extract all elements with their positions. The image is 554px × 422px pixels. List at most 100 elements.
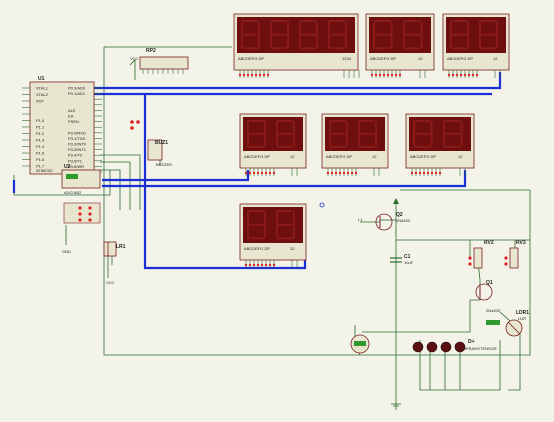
potentiometer-rv2[interactable]: RV2 (468, 240, 494, 269)
mcu-pin-label: P1.6 (36, 157, 45, 162)
segment-g (271, 33, 287, 36)
display-pin-marker (422, 171, 426, 175)
segment-a (248, 210, 264, 212)
display-pin-marker (386, 73, 390, 77)
segment-d (414, 145, 431, 148)
segment-e (403, 34, 405, 49)
segment-f (450, 21, 452, 35)
segment-a (242, 20, 258, 22)
segment-e (270, 34, 272, 49)
segment-e (373, 34, 375, 49)
segment-c (460, 133, 463, 147)
segment-f (443, 121, 445, 134)
display-pin-marker (260, 263, 264, 267)
segment-a (248, 120, 264, 122)
segment-e (247, 133, 249, 147)
segment-c (390, 34, 393, 49)
segment-g (404, 33, 421, 36)
segment-a (300, 20, 316, 22)
segment-d (374, 47, 391, 50)
segment-d (329, 47, 345, 50)
resistor-pack-rp2[interactable]: RP2 VCC (130, 48, 189, 74)
display-common-label: 12 (290, 246, 295, 251)
display-pin-marker (258, 73, 262, 77)
transistor-q2[interactable]: Q2 2N4403 L1 (358, 198, 411, 231)
display-common-label: 12 (493, 56, 498, 61)
segment-b (420, 21, 423, 35)
display-pin-marker (342, 171, 346, 175)
segment-d (242, 47, 258, 50)
display-top-2a[interactable]: ABCDEFG DP 12 (365, 13, 435, 78)
display-pin-marker (246, 73, 250, 77)
segment-b (257, 21, 260, 35)
display-pin-marker (418, 171, 422, 175)
segment-b (344, 21, 347, 35)
q2-input: L1 (358, 217, 363, 222)
relay-lr1[interactable]: LR1 (103, 241, 126, 257)
segment-e (450, 34, 452, 49)
display-pin-labels: ABCDEFG DP (447, 56, 473, 61)
segment-c (466, 34, 469, 49)
segment-a (404, 20, 421, 22)
display-top-4[interactable]: ABCDEFG DP 1234 (233, 13, 360, 78)
segment-f (276, 211, 278, 225)
mcu-pin-label: P0.1/AD1 (68, 91, 86, 96)
display-pin-marker (346, 171, 350, 175)
q2-model: 2N4403 (396, 218, 411, 223)
display-pin-marker (467, 73, 471, 77)
segment-e (276, 224, 278, 239)
segment-b (430, 121, 433, 134)
schematic-canvas: U1 XTAL1XTAL2 RST P1.0 P1.1P1.2 P1.3P1.4 P1.5… (12, 13, 531, 410)
display-pin-marker (238, 73, 242, 77)
segment-e (299, 34, 301, 49)
segment-c (263, 224, 266, 239)
buzzer-label: BUZZER (156, 162, 172, 167)
display-pin-marker (256, 171, 260, 175)
display-pin-marker (330, 171, 334, 175)
segment-g (277, 132, 293, 135)
rp2-vcc: VCC (130, 56, 139, 61)
leds-ref: D+ (468, 339, 475, 345)
display-bottom[interactable]: ABCDEFG DP 12 (239, 203, 307, 268)
segment-c (257, 34, 260, 49)
display-mid-2[interactable]: ABCDEFG DP 12 (321, 113, 389, 176)
display-pin-labels: ABCDEFG DP (238, 56, 264, 61)
ldr-sensor[interactable]: LDR1 LDR (505, 310, 529, 337)
mcu-pin-label: P1.3 (36, 138, 45, 143)
mcu-chip-label: AT89C52 (36, 168, 53, 173)
mcu-pin-label: XTAL2 (36, 92, 49, 97)
buzzer-ref: BUZ1 (155, 140, 168, 146)
segment-d (277, 237, 293, 240)
mcu-pin-label: PSEN (68, 119, 79, 124)
segment-f (299, 21, 301, 35)
segment-e (328, 34, 330, 49)
switch-cluster[interactable] (63, 202, 101, 224)
display-mid-3[interactable]: ABCDEFG DP 12 (405, 113, 475, 176)
segment-f (270, 21, 272, 35)
mcu-u1[interactable]: U1 XTAL1XTAL2 RST P1.0 P1.1P1.2 P1.3P1.4 P1.5… (22, 76, 102, 175)
segment-f (276, 121, 278, 134)
segment-g (414, 132, 431, 135)
display-pin-marker (374, 73, 378, 77)
segment-b (263, 121, 266, 134)
mcu-pin-label: P3.2/INT0 (68, 142, 87, 147)
junction-marker (319, 202, 325, 208)
transistor-q1[interactable]: Q1 2N4403 (475, 280, 501, 325)
potentiometer-rv3[interactable]: RV3 (504, 240, 526, 269)
buzzer-buz1[interactable]: BUZ1 BUZZER (130, 120, 172, 167)
segment-a (277, 120, 293, 122)
display-pin-marker (252, 263, 256, 267)
segment-a (271, 20, 287, 22)
segment-b (345, 121, 348, 134)
segment-f (328, 21, 330, 35)
segment-f (403, 21, 405, 35)
display-mid-1[interactable]: ABCDEFG DP 12 (239, 113, 307, 176)
led-diode (426, 341, 438, 353)
rv3-ref: RV3 (516, 240, 526, 246)
display-pin-marker (262, 73, 266, 77)
sensor-meter[interactable] (350, 334, 370, 354)
display-top-2b[interactable]: ABCDEFG DP 12 (442, 13, 510, 78)
segment-a (444, 120, 461, 122)
capacitor-c1[interactable]: C1 10uF (390, 254, 414, 265)
display-pin-marker (475, 73, 479, 77)
